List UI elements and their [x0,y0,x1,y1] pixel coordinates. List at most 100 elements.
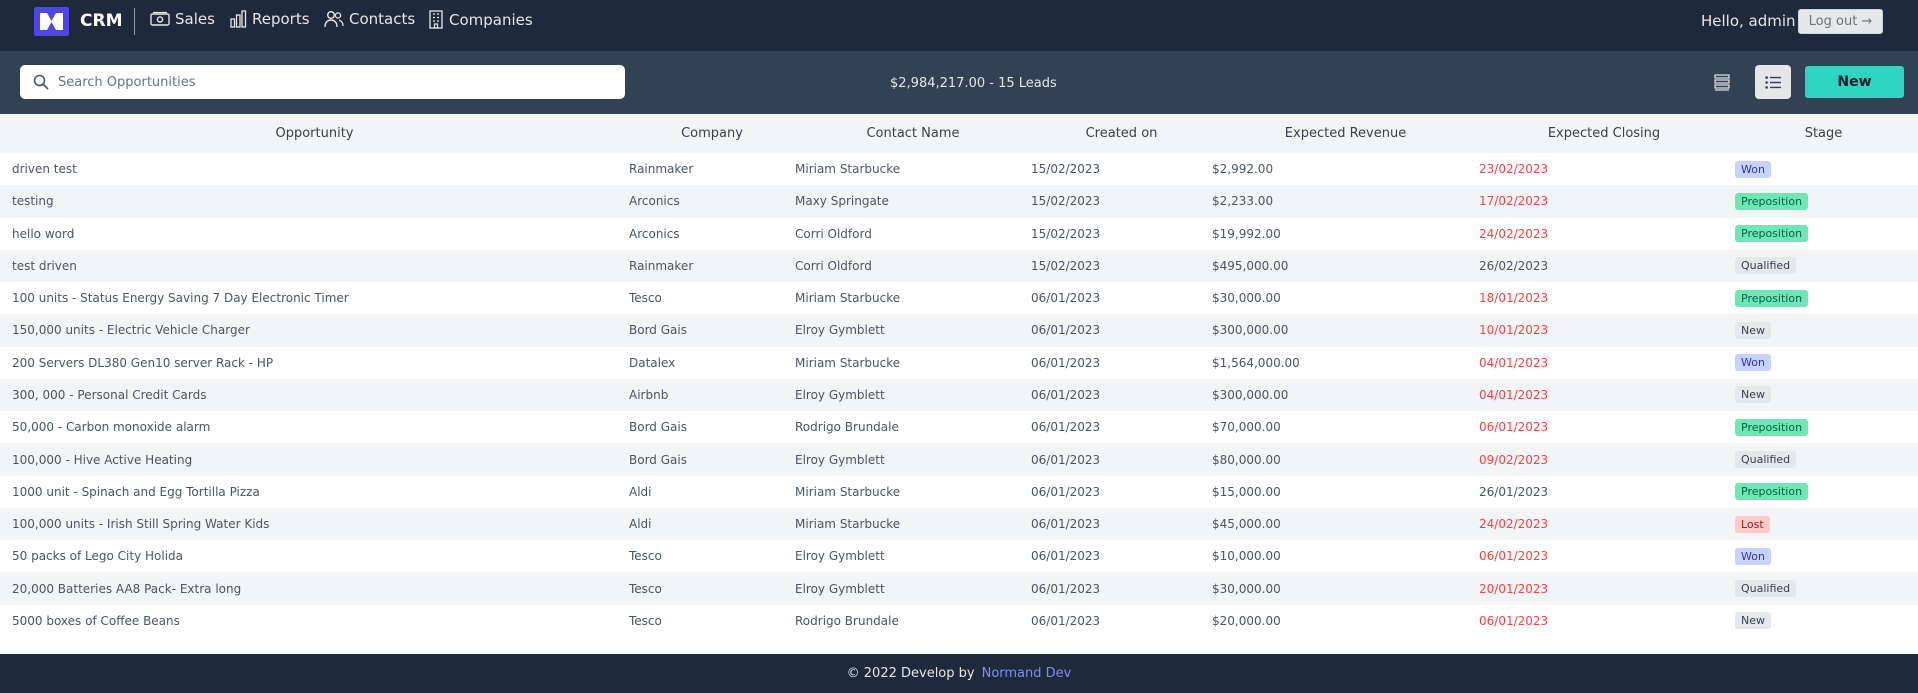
new-opportunity-button[interactable]: New [1805,66,1904,98]
cell-expected-closing: 24/02/2023 [1479,507,1729,541]
cell-created-on: 06/01/2023 [1031,572,1212,605]
cell-company: Arconics [629,217,795,250]
cell-created-on: 06/01/2023 [1031,411,1212,444]
table-row[interactable]: 20,000 Batteries AA8 Pack- Extra long Tes… [0,572,1918,605]
cell-created-on: 06/01/2023 [1031,346,1212,379]
cell-opportunity: 50 packs of Lego City Holida [0,540,629,573]
cell-contact-name: Elroy Gymblett [795,443,1031,476]
cell-company: Tesco [629,540,795,573]
cell-opportunity: 5000 boxes of Coffee Beans [0,604,629,637]
cell-stage: Preposition [1729,185,1918,218]
header-company[interactable]: Company [629,114,795,153]
table-row[interactable]: driven test Rainmaker Miriam Starbucke 15/0… [0,153,1918,186]
table-header-row: Opportunity Company Contact Name Created… [0,114,1918,153]
cell-stage: Preposition [1729,411,1918,444]
cell-expected-revenue: $19,992.00 [1212,217,1479,250]
cell-expected-closing: 26/01/2023 [1479,475,1729,508]
table-row[interactable]: 100 units - Status Energy Saving 7 Day E… [0,282,1918,315]
cell-stage: New [1729,604,1918,637]
cell-opportunity: 50,000 - Carbon monoxide alarm [0,411,629,444]
footer-text: © 2022 Develop by [846,666,975,681]
nav-item-reports[interactable]: Reports [229,10,310,28]
cell-company: Bord Gais [629,411,795,444]
cell-created-on: 15/02/2023 [1031,185,1212,218]
cell-opportunity: 1000 unit - Spinach and Egg Tortilla Piz… [0,475,629,508]
logout-button[interactable]: Log out → [1798,9,1883,34]
logo-icon[interactable] [34,7,69,36]
cell-stage: Won [1729,346,1918,379]
cell-company: Tesco [629,604,795,637]
nav-item-sales[interactable]: Sales [150,10,215,28]
cell-expected-closing: 20/01/2023 [1479,572,1729,605]
cell-contact-name: Miriam Starbucke [795,346,1031,379]
table-row[interactable]: test driven Rainmaker Corri Oldford 15/02/2… [0,249,1918,283]
cell-opportunity: 20,000 Batteries AA8 Pack- Extra long [0,572,629,605]
header-created-on[interactable]: Created on [1031,114,1212,153]
cell-opportunity: test driven [0,249,629,283]
table-row[interactable]: 150,000 units - Electric Vehicle Charger… [0,314,1918,347]
stage-badge: Qualified [1735,580,1797,598]
table-row[interactable]: 5000 boxes of Coffee Beans Tesco Rodrigo B… [0,604,1918,637]
cell-expected-closing: 06/01/2023 [1479,540,1729,573]
table-row[interactable]: 100,000 units - Irish Still Spring Water… [0,507,1918,541]
stage-badge: Preposition [1735,289,1809,307]
bar-chart-icon [230,10,247,28]
cell-contact-name: Miriam Starbucke [795,282,1031,315]
cell-expected-revenue: $2,233.00 [1212,185,1479,218]
cell-stage: New [1729,378,1918,412]
cell-opportunity: 100,000 units - Irish Still Spring Water… [0,507,629,541]
cell-created-on: 06/01/2023 [1031,443,1212,476]
header-contact-name[interactable]: Contact Name [795,114,1031,153]
header-expected-revenue[interactable]: Expected Revenue [1212,114,1479,153]
opportunities-table: Opportunity Company Contact Name Created… [0,114,1918,637]
nav-item-contacts[interactable]: Contacts [324,10,415,28]
cell-company: Tesco [629,282,795,315]
cell-company: Arconics [629,185,795,218]
header-stage[interactable]: Stage [1729,114,1918,153]
cell-expected-closing: 09/02/2023 [1479,443,1729,476]
cell-opportunity: driven test [0,153,629,186]
cell-created-on: 06/01/2023 [1031,507,1212,541]
cell-expected-closing: 04/01/2023 [1479,346,1729,379]
search-icon [33,74,49,90]
table-row[interactable]: 100,000 - Hive Active Heating Bord Gais El… [0,443,1918,476]
list-view-button[interactable] [1755,65,1791,99]
search-input[interactable] [58,74,598,90]
cell-contact-name: Miriam Starbucke [795,475,1031,508]
table-row[interactable]: 200 Servers DL380 Gen10 server Rack - HP… [0,346,1918,379]
cell-expected-revenue: $30,000.00 [1212,572,1479,605]
footer: © 2022 Develop by Normand Dev [0,654,1918,693]
cell-contact-name: Rodrigo Brundale [795,604,1031,637]
cell-expected-revenue: $10,000.00 [1212,540,1479,573]
table-row[interactable]: 1000 unit - Spinach and Egg Tortilla Piz… [0,475,1918,508]
cell-opportunity: hello word [0,217,629,250]
table-row[interactable]: 300, 000 - Personal Credit Cards Airbnb El… [0,378,1918,412]
compact-view-button[interactable] [1704,65,1740,99]
table-row[interactable]: hello word Arconics Corri Oldford 15/02/202… [0,217,1918,250]
header-expected-closing[interactable]: Expected Closing [1479,114,1729,153]
cell-expected-closing: 10/01/2023 [1479,314,1729,347]
cell-opportunity: 200 Servers DL380 Gen10 server Rack - HP [0,346,629,379]
cell-expected-revenue: $15,000.00 [1212,475,1479,508]
cell-expected-revenue: $1,564,000.00 [1212,346,1479,379]
cell-expected-closing: 06/01/2023 [1479,411,1729,444]
brand-name[interactable]: CRM [80,11,122,31]
nav-label: Sales [175,10,215,28]
nav-label: Reports [252,10,310,28]
cell-created-on: 06/01/2023 [1031,475,1212,508]
nav-item-companies[interactable]: Companies [428,10,533,29]
cell-stage: Won [1729,540,1918,573]
cell-expected-revenue: $45,000.00 [1212,507,1479,541]
cell-created-on: 06/01/2023 [1031,378,1212,412]
cell-stage: Qualified [1729,443,1918,476]
search-box[interactable] [20,65,625,99]
table-row[interactable]: 50,000 - Carbon monoxide alarm Bord Gais R… [0,411,1918,444]
cell-created-on: 15/02/2023 [1031,217,1212,250]
nav-label: Contacts [349,10,416,28]
table-row[interactable]: testing Arconics Maxy Springate 15/02/2023 $… [0,185,1918,218]
footer-developer-link[interactable]: Normand Dev [982,666,1072,681]
header-opportunity[interactable]: Opportunity [0,114,629,153]
cell-created-on: 06/01/2023 [1031,604,1212,637]
table-row[interactable]: 50 packs of Lego City Holida Tesco Elroy G… [0,540,1918,573]
cell-expected-revenue: $70,000.00 [1212,411,1479,444]
